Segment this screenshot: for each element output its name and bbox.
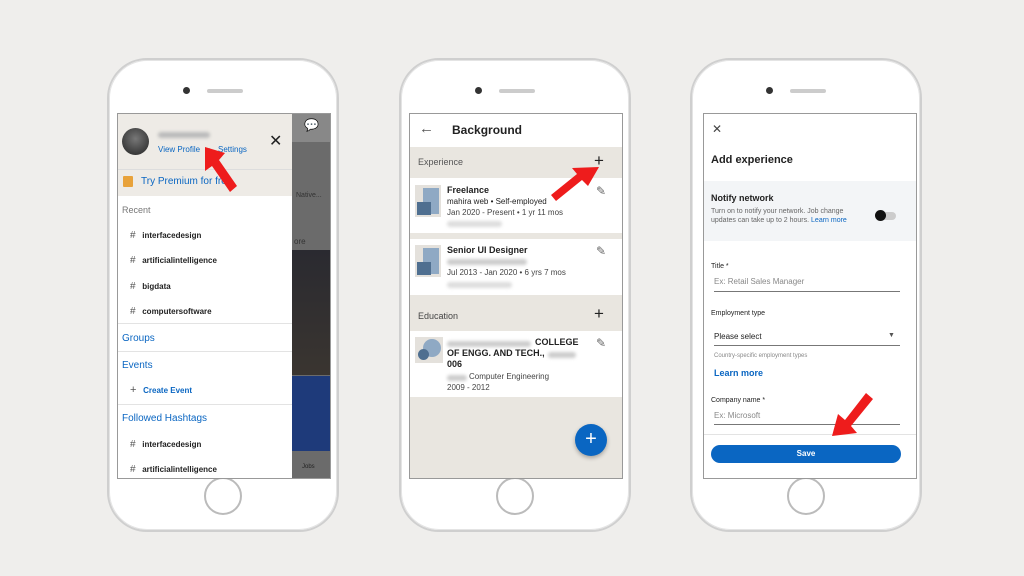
arrow-to-view-profile (205, 147, 237, 192)
annotation-arrows (205, 147, 873, 436)
arrow-to-add-experience (551, 167, 599, 201)
arrow-to-save (832, 393, 873, 436)
